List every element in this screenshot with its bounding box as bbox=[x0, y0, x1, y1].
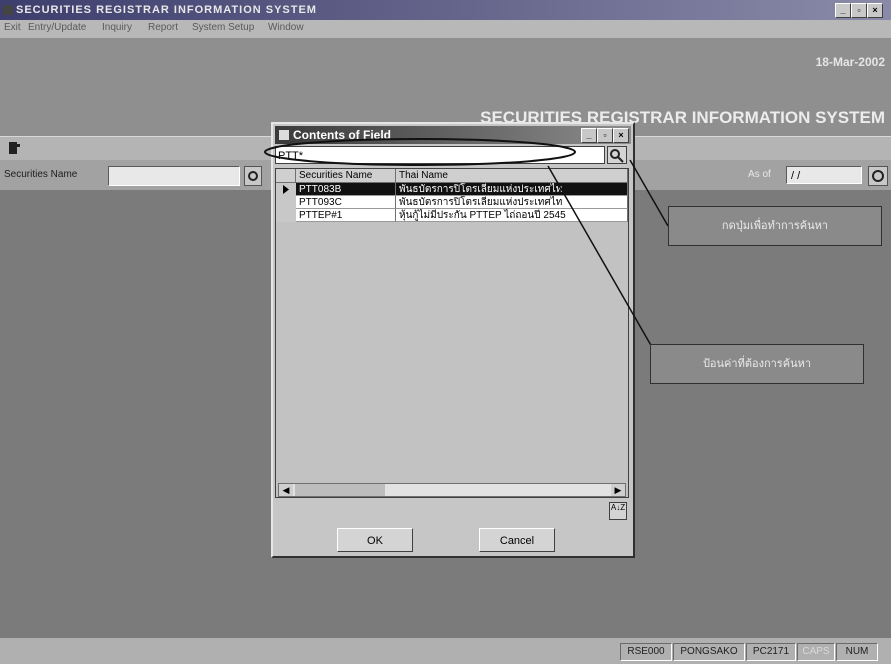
highlight-ellipse bbox=[264, 138, 576, 166]
leader-line-input bbox=[547, 165, 665, 369]
leader-line-search bbox=[629, 159, 669, 227]
callout-input-hint: ป้อนค่าที่ต้องการค้นหา bbox=[650, 344, 864, 384]
callout-search-button: กดปุ่มเพื่อทำการค้นหา bbox=[668, 206, 882, 246]
annotation-overlay bbox=[264, 138, 669, 369]
